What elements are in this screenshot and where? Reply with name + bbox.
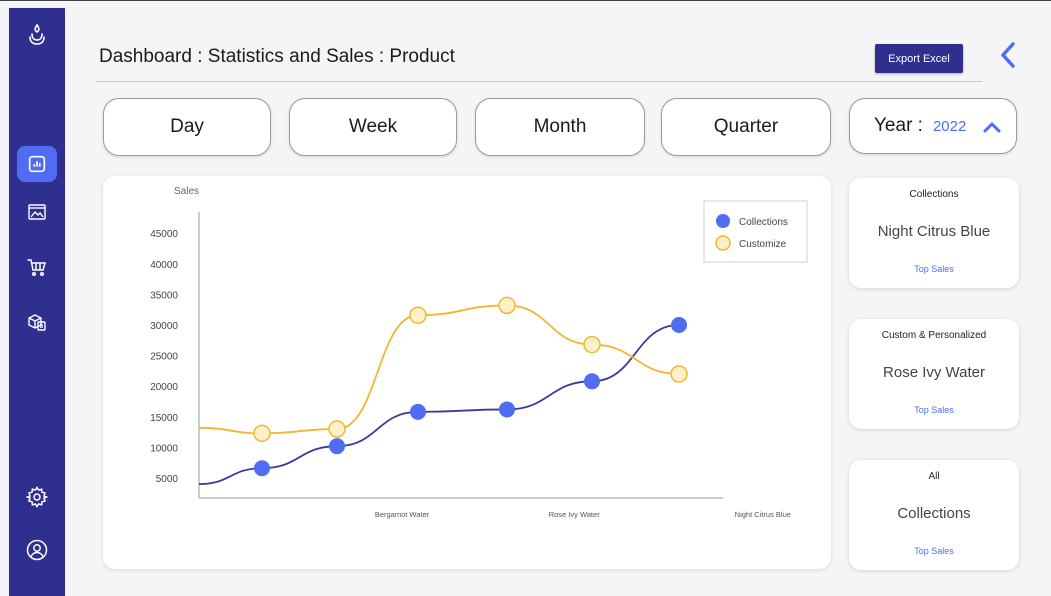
data-point-collections [254, 460, 270, 477]
data-point-customize [409, 306, 427, 324]
legend-swatch-customize [715, 235, 731, 251]
sidebar-item-statistics[interactable] [17, 146, 57, 182]
y-tick-label: 5000 [156, 474, 179, 485]
y-tick-label: 10000 [150, 443, 178, 454]
y-tick-label: 40000 [150, 260, 178, 271]
card-product-name: Rose Ivy Water [883, 364, 985, 381]
card-all: All Collections Top Sales [849, 460, 1019, 570]
data-point-customize [328, 420, 346, 438]
y-tick-label: 15000 [150, 413, 178, 424]
tab-week[interactable]: Week [289, 98, 457, 156]
image-gallery-icon[interactable] [25, 200, 49, 224]
page-title: Dashboard : Statistics and Sales : Produ… [99, 46, 455, 67]
y-tick-label: 20000 [150, 382, 178, 393]
data-point-customize [253, 424, 271, 443]
window-top-border [0, 0, 1051, 1]
chevron-up-icon [983, 122, 1001, 133]
legend-label-collections: Collections [739, 217, 788, 228]
sidebar [9, 8, 65, 596]
data-point-collections [671, 317, 687, 333]
data-point-customize [498, 296, 516, 315]
user-icon[interactable] [25, 538, 49, 562]
data-point-collections [410, 403, 426, 420]
data-point-customize [583, 335, 601, 354]
x-tick-label: Bergamot Water [375, 510, 430, 519]
main-content: Dashboard : Statistics and Sales : Produ… [65, 8, 1051, 596]
back-button[interactable] [993, 38, 1023, 72]
data-point-collections [329, 438, 345, 455]
legend-label-customize: Customize [739, 239, 787, 250]
sales-line-chart: Sales 5000 10000 15000 20000 25000 30000 35000 4… [150, 186, 808, 519]
cart-icon[interactable] [25, 255, 49, 279]
sales-chart-card: Sales 5000 10000 15000 20000 25000 30000 35000 4… [103, 176, 831, 569]
logo-icon[interactable] [25, 22, 49, 46]
top-sales-link[interactable]: Top Sales [849, 405, 1019, 415]
top-sales-link[interactable]: Top Sales [849, 546, 1019, 556]
data-point-collections [499, 401, 515, 418]
card-label: Collections [909, 189, 959, 200]
title-divider [95, 81, 982, 82]
chevron-left-icon [1001, 42, 1015, 68]
boxes-icon[interactable] [25, 310, 49, 334]
y-tick-label: 25000 [150, 352, 178, 363]
x-tick-label: Night Citrus Blue [735, 510, 791, 519]
y-tick-label: 35000 [150, 290, 178, 301]
card-product-name: Collections [897, 505, 971, 522]
x-tick-label: Rose Ivy Water [549, 510, 600, 519]
data-point-customize [670, 365, 688, 383]
y-axis-label: Sales [174, 186, 199, 197]
year-selector[interactable]: Year : 2022 [849, 98, 1017, 154]
chart-icon [28, 155, 46, 173]
data-point-collections [584, 373, 600, 390]
series-line-customize [198, 304, 680, 435]
y-tick-label: 30000 [150, 321, 178, 332]
card-collections: Collections Night Citrus Blue Top Sales [849, 178, 1019, 288]
chart-legend [703, 200, 808, 263]
y-tick-label: 45000 [150, 229, 178, 240]
year-value: 2022 [932, 117, 967, 135]
series-line-collections [198, 324, 680, 486]
top-sales-link[interactable]: Top Sales [849, 264, 1019, 274]
card-label: Custom & Personalized [881, 330, 987, 341]
card-custom-personalized: Custom & Personalized Rose Ivy Water Top… [849, 319, 1019, 429]
tab-quarter[interactable]: Quarter [661, 98, 831, 156]
gear-icon[interactable] [25, 485, 49, 509]
card-label: All [928, 471, 940, 482]
export-excel-button[interactable]: Export Excel [875, 44, 963, 73]
tab-day[interactable]: Day [103, 98, 271, 156]
tab-month[interactable]: Month [475, 98, 645, 156]
year-label: Year : [874, 115, 923, 136]
card-product-name: Night Citrus Blue [877, 223, 991, 240]
legend-swatch-collections [716, 214, 730, 228]
